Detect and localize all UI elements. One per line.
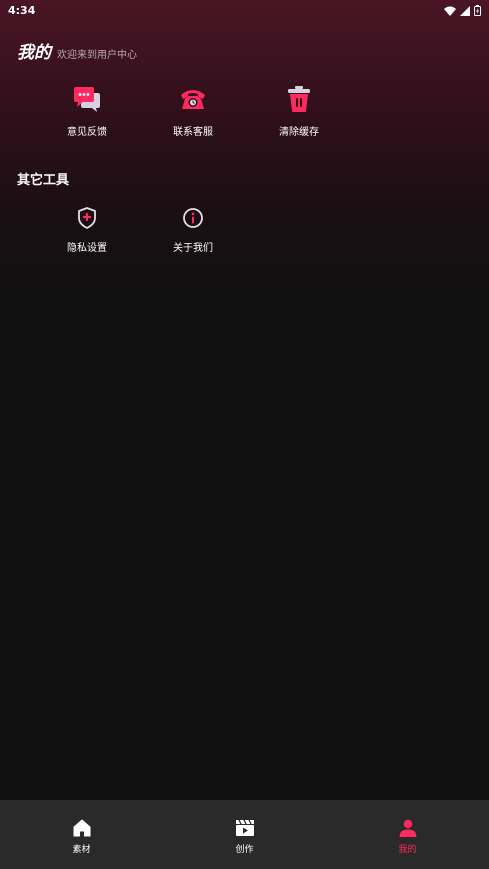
nav-materials[interactable]: 素材 xyxy=(32,817,132,855)
feedback-label: 意见反馈 xyxy=(67,127,107,138)
privacy-settings-button[interactable]: 隐私设置 xyxy=(34,205,140,254)
other-tools-grid: 隐私设置 关于我们 xyxy=(34,205,354,254)
wifi-icon xyxy=(444,1,456,20)
other-tools-heading: 其它工具 xyxy=(17,173,70,188)
status-icons xyxy=(444,1,481,20)
nav-materials-label: 素材 xyxy=(72,845,91,855)
contact-service-button[interactable]: 联系客服 xyxy=(140,83,246,138)
main-tools-grid: 意见反馈 联系客服 清除缓存 xyxy=(34,83,354,138)
feedback-button[interactable]: 意见反馈 xyxy=(34,83,140,138)
user-icon xyxy=(397,817,419,839)
page-title: 我的 xyxy=(17,43,51,63)
battery-icon xyxy=(474,1,481,20)
page-subtitle: 欢迎来到用户中心 xyxy=(57,50,137,61)
info-icon xyxy=(180,205,206,231)
bottom-navigation: 素材 创作 我的 xyxy=(0,800,489,869)
trash-icon xyxy=(283,83,315,115)
about-us-label: 关于我们 xyxy=(173,243,213,254)
privacy-settings-label: 隐私设置 xyxy=(67,243,107,254)
contact-service-label: 联系客服 xyxy=(173,127,213,138)
home-icon xyxy=(71,817,93,839)
nav-create[interactable]: 创作 xyxy=(195,817,295,855)
nav-create-label: 创作 xyxy=(235,845,254,855)
phone-icon xyxy=(177,83,209,115)
status-time: 4:34 xyxy=(8,3,36,17)
nav-mine-label: 我的 xyxy=(398,845,417,855)
status-bar: 4:34 xyxy=(0,0,489,20)
signal-icon xyxy=(460,1,470,20)
clear-cache-button[interactable]: 清除缓存 xyxy=(246,83,352,138)
clear-cache-label: 清除缓存 xyxy=(279,127,319,138)
chat-bubbles-icon xyxy=(71,83,103,115)
page-header: 我的 欢迎来到用户中心 xyxy=(17,38,137,63)
video-clapper-icon xyxy=(234,817,256,839)
shield-icon xyxy=(74,205,100,231)
nav-mine[interactable]: 我的 xyxy=(358,817,458,855)
about-us-button[interactable]: 关于我们 xyxy=(140,205,246,254)
